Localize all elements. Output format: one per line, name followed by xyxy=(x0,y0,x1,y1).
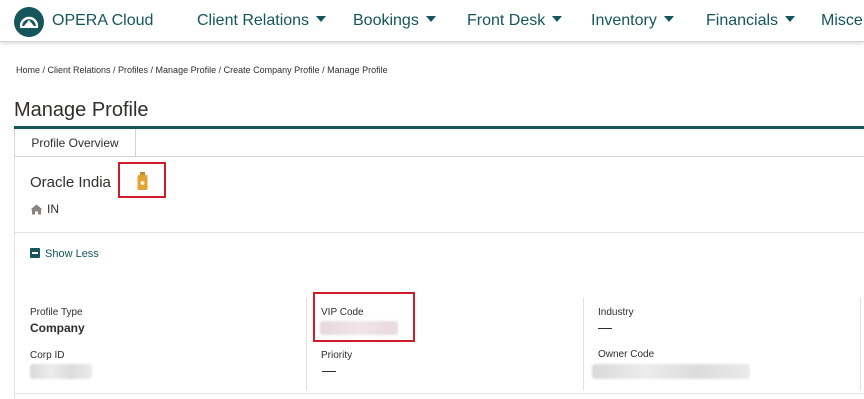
brand-name[interactable]: OPERA Cloud xyxy=(52,12,153,30)
nav-client-relations-label: Client Relations xyxy=(197,12,310,29)
section-divider xyxy=(15,232,864,233)
show-less-label: Show Less xyxy=(45,248,99,260)
nav-front-desk[interactable]: Front Desk xyxy=(467,12,563,30)
nav-financials[interactable]: Financials xyxy=(706,12,796,30)
corp-id-value-redacted xyxy=(30,364,92,379)
nav-financials-label: Financials xyxy=(706,12,779,29)
nav-client-relations[interactable]: Client Relations xyxy=(197,12,327,30)
chevron-down-icon xyxy=(552,15,563,22)
nav-inventory[interactable]: Inventory xyxy=(591,12,674,30)
nav-inventory-label: Inventory xyxy=(591,12,657,29)
priority-label: Priority xyxy=(321,350,353,361)
industry-value-empty xyxy=(598,328,612,329)
column-separator xyxy=(306,298,307,390)
profile-country: IN xyxy=(47,202,59,216)
chevron-down-icon xyxy=(316,15,327,22)
opera-logo-icon[interactable] xyxy=(14,7,44,37)
corp-id-label: Corp ID xyxy=(30,350,65,361)
bottom-divider xyxy=(15,393,864,394)
nav-bookings-label: Bookings xyxy=(353,12,419,29)
show-less-toggle[interactable]: Show Less xyxy=(30,248,99,260)
top-navigation-bar: OPERA Cloud Client Relations Bookings Fr… xyxy=(0,0,864,42)
tab-divider xyxy=(136,156,864,157)
chevron-down-icon xyxy=(425,15,436,22)
owner-code-value-redacted xyxy=(592,364,750,379)
vip-badge-icon[interactable] xyxy=(137,172,148,191)
column-separator xyxy=(860,298,861,390)
nav-miscellaneous-label: Misce xyxy=(821,12,863,29)
vip-code-value-redacted[interactable] xyxy=(320,321,398,335)
page-title: Manage Profile xyxy=(14,99,149,121)
profile-name: Oracle India xyxy=(30,174,111,191)
minus-square-icon xyxy=(30,248,40,258)
column-separator xyxy=(583,298,584,390)
priority-value-empty xyxy=(322,371,336,372)
tab-profile-overview[interactable]: Profile Overview xyxy=(14,129,136,157)
chevron-down-icon xyxy=(785,15,796,22)
vip-code-label: VIP Code xyxy=(321,307,364,318)
profile-location: IN xyxy=(30,202,59,216)
breadcrumb[interactable]: Home / Client Relations / Profiles / Man… xyxy=(16,65,388,75)
industry-label: Industry xyxy=(598,307,634,318)
nav-front-desk-label: Front Desk xyxy=(467,12,546,29)
home-icon xyxy=(30,204,43,215)
profile-type-value: Company xyxy=(30,321,85,335)
nav-miscellaneous[interactable]: Misce xyxy=(821,12,863,30)
owner-code-label: Owner Code xyxy=(598,349,655,360)
profile-type-label: Profile Type xyxy=(30,307,83,318)
chevron-down-icon xyxy=(663,15,674,22)
nav-bookings[interactable]: Bookings xyxy=(353,12,436,30)
vip-icon-highlight xyxy=(118,162,166,198)
